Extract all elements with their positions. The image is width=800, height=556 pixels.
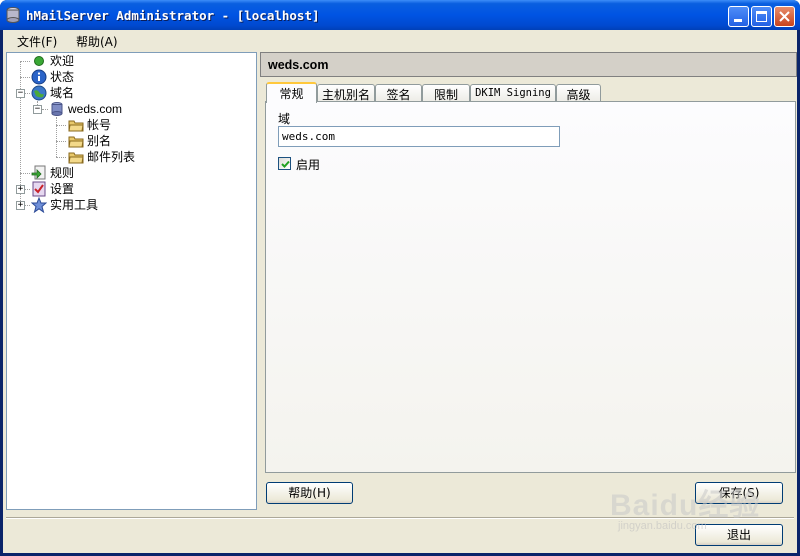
tab-signature[interactable]: 签名: [375, 84, 422, 102]
server-app-icon: [6, 7, 20, 23]
tree-line: [25, 189, 30, 190]
menu-help[interactable]: 帮助(A): [76, 33, 118, 50]
expand-icon[interactable]: +: [16, 185, 25, 194]
info-icon: [31, 69, 47, 85]
tab-panel-general: 域 weds.com 启用: [265, 101, 796, 473]
tree-item-label: 邮件列表: [87, 150, 136, 164]
tree-item-label: 别名: [87, 134, 112, 148]
tab-host-aliases[interactable]: 主机别名: [317, 84, 375, 102]
tree-line: [20, 77, 30, 78]
tab-strip: 常规 主机别名 签名 限制 DKIM Signing 高级: [266, 82, 796, 103]
folder-icon: [68, 136, 84, 148]
expand-icon[interactable]: +: [16, 201, 25, 210]
tab-general[interactable]: 常规: [266, 82, 317, 103]
folder-icon: [68, 152, 84, 164]
domain-label: 域: [278, 112, 291, 126]
tree-line: [56, 141, 66, 142]
tree-line: [42, 109, 48, 110]
green-dot-icon: [34, 56, 44, 66]
tree-item-label: 状态: [50, 70, 75, 84]
close-button[interactable]: [774, 6, 795, 27]
tab-advanced[interactable]: 高级: [556, 84, 601, 102]
title-bar[interactable]: hMailServer Administrator - [localhost]: [0, 0, 800, 30]
detail-title: weds.com: [268, 58, 329, 72]
tree-line: [56, 117, 57, 157]
close-icon: [779, 11, 790, 22]
tree-item-label: 设置: [50, 182, 75, 196]
app-window: hMailServer Administrator - [localhost] …: [0, 0, 800, 556]
tree-item-label: 欢迎: [50, 54, 75, 68]
tree-line: [25, 205, 30, 206]
tree-line: [20, 173, 30, 174]
globe-icon: [31, 85, 47, 101]
star-icon: [31, 197, 47, 213]
tree-line: [20, 61, 30, 62]
detail-header: weds.com: [260, 52, 797, 77]
tree-line: [25, 93, 30, 94]
collapse-icon[interactable]: −: [16, 89, 25, 98]
collapse-icon[interactable]: −: [33, 105, 42, 114]
checkmark-icon: [281, 160, 290, 168]
menu-file[interactable]: 文件(F): [17, 33, 57, 50]
navigation-tree[interactable]: − − + + 欢迎 状态 域名 weds.com 帐号 别名 邮件列表 规则 …: [6, 52, 257, 510]
minimize-button[interactable]: [728, 6, 749, 27]
domain-input[interactable]: weds.com: [278, 126, 560, 147]
window-title: hMailServer Administrator - [localhost]: [26, 8, 320, 23]
tree-item-label: 域名: [50, 86, 75, 100]
maximize-button[interactable]: [751, 6, 772, 27]
tree-item-label: weds.com: [68, 102, 123, 116]
tree-item-label: 规则: [50, 166, 75, 180]
tree-item-label: 帐号: [87, 118, 112, 132]
help-button[interactable]: 帮助(H): [266, 482, 353, 504]
client-area: 文件(F) 帮助(A) − − + + 欢迎 状态 域名 weds.com 帐号…: [3, 30, 797, 553]
tree-line: [56, 157, 66, 158]
tree-line: [56, 125, 66, 126]
tree-item-label: 实用工具: [50, 198, 99, 212]
checklist-icon: [32, 181, 46, 197]
separator-line: [6, 517, 794, 519]
tab-limits[interactable]: 限制: [422, 84, 470, 102]
menu-bar: 文件(F) 帮助(A): [3, 30, 797, 51]
rules-icon: [31, 165, 46, 180]
enabled-checkbox[interactable]: [278, 157, 291, 170]
tab-dkim-signing[interactable]: DKIM Signing: [470, 84, 556, 102]
exit-button[interactable]: 退出: [695, 524, 783, 546]
database-icon: [51, 102, 63, 116]
folder-icon: [68, 120, 84, 132]
save-button[interactable]: 保存(S): [695, 482, 783, 504]
enabled-label: 启用: [296, 158, 321, 172]
